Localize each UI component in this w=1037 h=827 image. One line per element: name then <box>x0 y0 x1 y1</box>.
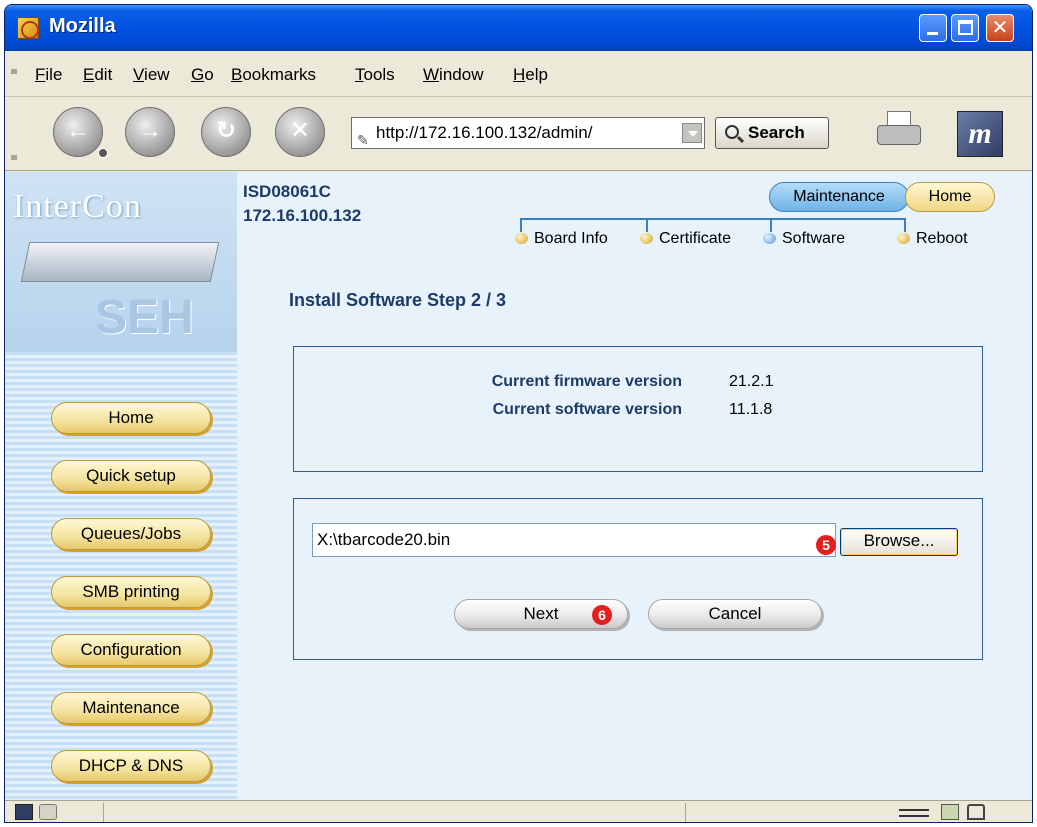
cookie-icon[interactable] <box>941 804 959 820</box>
close-button[interactable]: ✕ <box>986 14 1014 42</box>
window-title: Mozilla <box>49 15 116 37</box>
subnav-certificate[interactable]: Certificate <box>640 230 731 248</box>
cancel-button[interactable]: Cancel <box>648 599 822 629</box>
menu-go[interactable]: Go <box>191 65 214 85</box>
close-icon: ✕ <box>991 17 1009 39</box>
callout-marker-5: 5 <box>816 535 836 555</box>
reload-button[interactable]: ↻ <box>201 107 251 157</box>
seh-logo: SEH <box>95 291 194 344</box>
menubar-grip-icon <box>11 69 17 74</box>
bullet-icon <box>515 233 528 244</box>
status-text-cell <box>103 803 685 822</box>
subnav-label: Board Info <box>534 230 608 247</box>
sidebar-item-queues-jobs[interactable]: Queues/Jobs <box>51 518 211 550</box>
menu-tools[interactable]: Tools <box>355 65 395 85</box>
security-lock-icon <box>967 804 985 820</box>
sidebar-item-maintenance[interactable]: Maintenance <box>51 692 211 724</box>
mozilla-app-icon <box>17 17 39 39</box>
stop-button[interactable]: ✕ <box>275 107 325 157</box>
browse-button[interactable]: Browse... <box>840 528 958 556</box>
bullet-icon <box>897 233 910 244</box>
minimize-button[interactable] <box>919 14 947 42</box>
back-button[interactable]: ← <box>53 107 108 158</box>
back-arrow-icon: ← <box>66 117 90 144</box>
print-server-device-icon <box>20 242 220 282</box>
software-value: 11.1.8 <box>729 401 773 418</box>
sidebar-item-configuration[interactable]: Configuration <box>51 634 211 666</box>
menu-bookmarks[interactable]: Bookmarks <box>231 65 316 85</box>
url-field[interactable]: ✎ http://172.16.100.132/admin/ <box>351 117 705 149</box>
software-label: Current software version <box>492 401 682 418</box>
navigation-toolbar: ← → ↻ ✕ ✎ http://172.16.100.132/admin/ S… <box>5 97 1032 171</box>
title-bar: Mozilla ✕ <box>5 5 1032 51</box>
toolbar-grip-icon <box>11 155 17 160</box>
tab-maintenance[interactable]: Maintenance <box>769 182 909 212</box>
firmware-label: Current firmware version <box>491 373 682 390</box>
print-button[interactable] <box>877 111 921 149</box>
online-status-icon[interactable] <box>899 809 929 817</box>
bullet-icon <box>640 233 653 244</box>
browser-window: Mozilla ✕ File Edit View Go Bookmarks To… <box>4 4 1033 823</box>
page-title: Install Software Step 2 / 3 <box>289 290 507 310</box>
subnav-label: Software <box>782 230 846 247</box>
sidebar-item-smb-printing[interactable]: SMB printing <box>51 576 211 608</box>
maximize-icon <box>958 20 973 35</box>
firmware-value: 21.2.1 <box>729 373 774 390</box>
sidebar-item-home[interactable]: Home <box>51 402 211 434</box>
forward-arrow-icon: → <box>138 117 162 144</box>
file-path-input[interactable]: X:\tbarcode20.bin <box>312 523 836 557</box>
url-text: http://172.16.100.132/admin/ <box>376 123 593 142</box>
sidebar: InterCon SEH Home Quick setup Queues/Job… <box>5 172 237 800</box>
sidebar-item-dhcp-dns[interactable]: DHCP & DNS <box>51 750 211 782</box>
subnav-label: Reboot <box>916 230 968 247</box>
upload-form: X:\tbarcode20.bin 5 Browse... Next 6 Can… <box>293 498 983 660</box>
device-header: ISD08061C 172.16.100.132 <box>243 180 361 228</box>
sidebar-item-quick-setup[interactable]: Quick setup <box>51 460 211 492</box>
maximize-button[interactable] <box>951 14 979 42</box>
subnav-label: Certificate <box>659 230 732 247</box>
menu-view[interactable]: View <box>133 65 170 85</box>
reload-icon: ↻ <box>215 117 237 144</box>
search-button[interactable]: Search <box>715 117 829 149</box>
page-proxy-icon: ✎ <box>357 132 369 148</box>
menu-help[interactable]: Help <box>513 65 548 85</box>
minimize-icon <box>927 32 938 35</box>
url-dropdown-icon[interactable] <box>682 123 702 143</box>
intercon-logo: InterCon <box>13 188 142 225</box>
menu-window[interactable]: Window <box>423 65 483 85</box>
device-name: ISD08061C <box>243 182 331 201</box>
status-bar <box>5 800 1032 822</box>
subnav-board-info[interactable]: Board Info <box>515 230 608 248</box>
version-info-box: Current firmware version 21.2.1 Current … <box>293 346 983 472</box>
subnav-reboot[interactable]: Reboot <box>897 230 968 248</box>
menu-edit[interactable]: Edit <box>83 65 112 85</box>
search-label: Search <box>748 123 805 142</box>
logo-area: InterCon SEH <box>5 172 237 352</box>
stop-icon: ✕ <box>289 117 311 144</box>
mozilla-status-icon[interactable] <box>15 804 33 820</box>
bullet-icon <box>763 233 776 244</box>
menu-bar: File Edit View Go Bookmarks Tools Window… <box>5 51 1032 97</box>
page-content: InterCon SEH Home Quick setup Queues/Job… <box>5 172 1032 800</box>
callout-marker-6: 6 <box>592 605 612 625</box>
component-bar-icon[interactable] <box>39 804 57 820</box>
forward-button[interactable]: → <box>125 107 175 157</box>
printer-icon <box>877 125 921 145</box>
tab-home[interactable]: Home <box>905 182 995 212</box>
progress-cell <box>685 803 865 822</box>
subnav-connector <box>520 218 906 228</box>
menu-file[interactable]: File <box>35 65 62 85</box>
search-icon <box>725 125 739 139</box>
device-ip: 172.16.100.132 <box>243 206 362 225</box>
next-label: Next <box>523 604 559 623</box>
back-dropdown-icon[interactable] <box>98 148 108 158</box>
mozilla-throbber-icon: m <box>957 111 1003 157</box>
subnav-software[interactable]: Software <box>763 230 845 248</box>
